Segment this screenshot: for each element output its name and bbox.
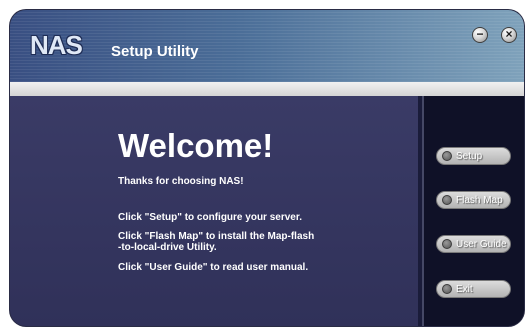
user-guide-button[interactable]: User Guide bbox=[436, 235, 511, 253]
minimize-icon: − bbox=[476, 27, 484, 41]
close-button[interactable]: × bbox=[501, 27, 517, 43]
exit-button-label: Exit bbox=[456, 284, 473, 295]
flash-map-instruction-line2: -to-local-drive Utility. bbox=[118, 242, 217, 253]
setup-instruction: Click "Setup" to configure your server. bbox=[118, 212, 302, 223]
flash-map-instruction-line1: Click "Flash Map" to install the Map-fla… bbox=[118, 231, 315, 242]
flash-map-button-label: Flash Map bbox=[456, 195, 503, 206]
user-guide-button-label: User Guide bbox=[456, 239, 507, 250]
flash-map-button[interactable]: Flash Map bbox=[436, 191, 511, 209]
button-bullet-icon bbox=[442, 151, 452, 161]
welcome-heading: Welcome! bbox=[118, 127, 274, 164]
close-icon: × bbox=[505, 27, 513, 41]
nas-logo: NAS bbox=[30, 30, 83, 60]
thanks-text: Thanks for choosing NAS! bbox=[118, 176, 244, 187]
button-bullet-icon bbox=[442, 195, 452, 205]
button-bullet-icon bbox=[442, 239, 452, 249]
user-guide-instruction: Click "User Guide" to read user manual. bbox=[118, 262, 309, 273]
button-bullet-icon bbox=[442, 284, 452, 294]
minimize-button[interactable]: − bbox=[472, 27, 488, 43]
setup-button[interactable]: Setup bbox=[436, 147, 511, 165]
title-bar[interactable]: NAS Setup Utility − × bbox=[10, 10, 524, 82]
setup-button-label: Setup bbox=[456, 151, 483, 162]
setup-utility-window: NAS Setup Utility − × bbox=[10, 10, 524, 326]
exit-button[interactable]: Exit bbox=[436, 280, 511, 298]
window-title: Setup Utility bbox=[111, 43, 199, 60]
header-divider bbox=[10, 82, 524, 96]
